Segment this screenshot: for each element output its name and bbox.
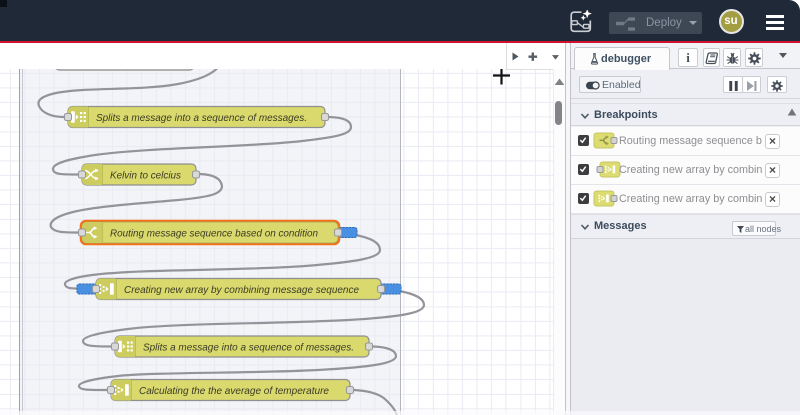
- svg-text:Splits a message into a sequen: Splits a message into a sequence of mess…: [143, 341, 354, 353]
- svg-text:Calculating the the average of: Calculating the the average of temperatu…: [139, 385, 329, 397]
- svg-text:Creating new array by combinin: Creating new array by combining message …: [124, 284, 359, 296]
- svg-text:Kelvin to celcius: Kelvin to celcius: [110, 169, 182, 181]
- svg-text:Splits a message into a sequen: Splits a message into a sequence of mess…: [96, 112, 307, 124]
- svg-text:Routing message sequence based: Routing message sequence based on condit…: [110, 227, 318, 239]
